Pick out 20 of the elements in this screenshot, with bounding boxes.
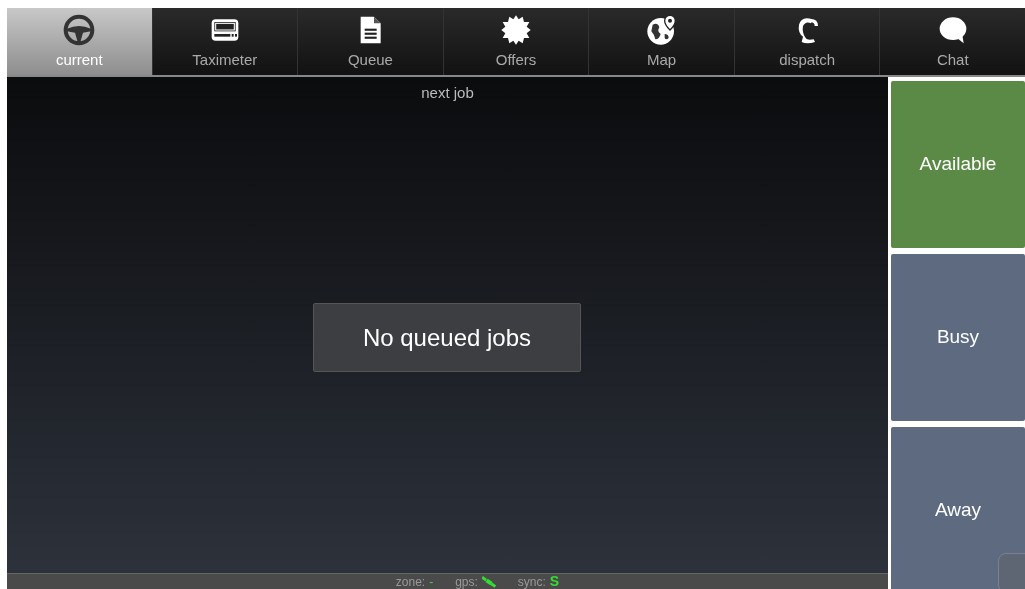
section-title: next job xyxy=(421,83,474,103)
tab[interactable]: Chat xyxy=(879,8,1025,75)
status-button[interactable]: Away xyxy=(891,427,1025,589)
badge-icon xyxy=(500,13,532,46)
globe-pin-icon xyxy=(645,13,678,46)
tab[interactable]: Map xyxy=(588,8,734,75)
satellite-icon xyxy=(481,575,496,588)
tab[interactable]: Offers xyxy=(442,8,589,75)
tab[interactable]: Queue xyxy=(297,8,443,75)
status-button[interactable]: Available xyxy=(891,81,1025,248)
status-value: - xyxy=(429,573,434,589)
status-label: sync: xyxy=(517,573,546,589)
status-value: S xyxy=(549,572,560,589)
steering-wheel-icon xyxy=(63,13,96,46)
empty-message: No queued jobs xyxy=(313,303,581,372)
tab[interactable]: dispatch xyxy=(733,8,880,75)
status-label: gps: xyxy=(455,573,478,589)
status-button[interactable]: Busy xyxy=(891,254,1025,421)
tab[interactable]: Taximeter xyxy=(151,8,298,75)
status-label: zone: xyxy=(395,573,426,589)
